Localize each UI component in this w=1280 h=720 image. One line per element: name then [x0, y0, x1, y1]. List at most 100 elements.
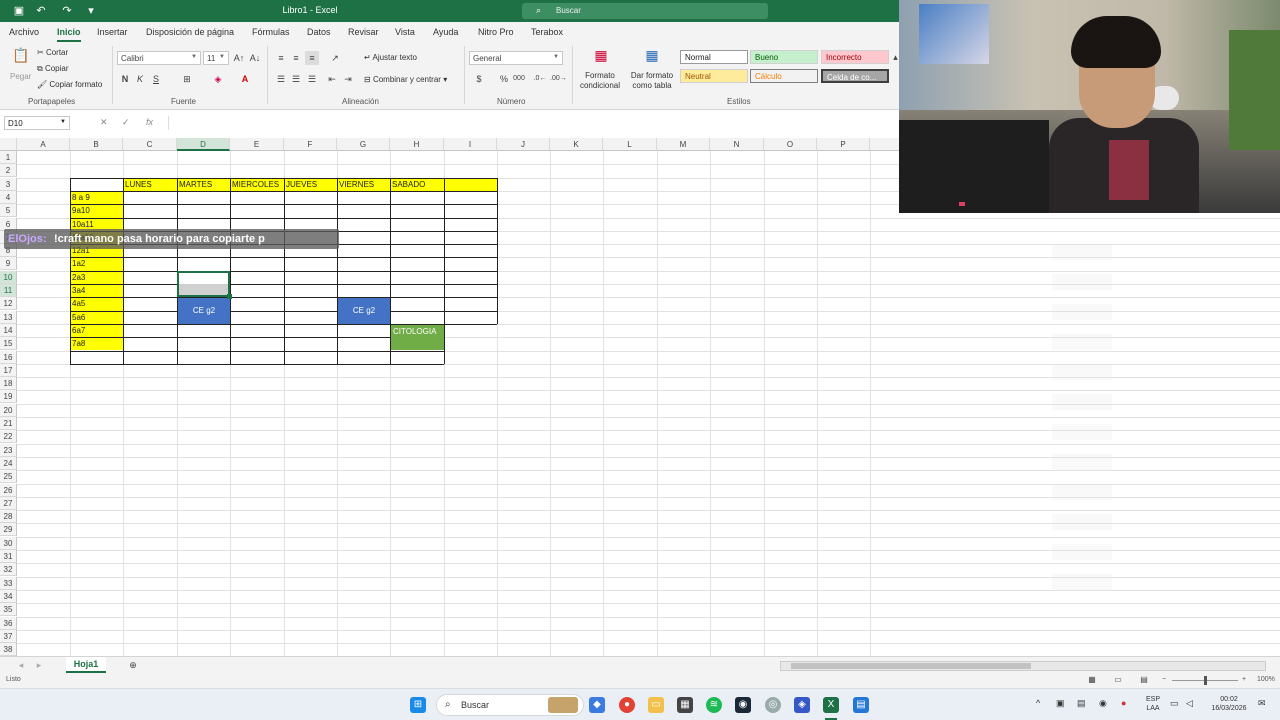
row-header[interactable]: 21	[0, 417, 17, 430]
column-header[interactable]: K	[550, 138, 603, 151]
clock[interactable]: 00:02 16/03/2026	[1205, 695, 1253, 713]
column-header[interactable]: L	[603, 138, 657, 151]
hour-label[interactable]: 8 a 9	[70, 191, 123, 204]
day-header[interactable]: JUEVES	[284, 178, 337, 191]
scrollbar-thumb[interactable]	[791, 663, 1031, 669]
tab-terabox[interactable]: Terabox	[531, 27, 563, 37]
enter-icon[interactable]: ✓	[122, 117, 130, 128]
column-header[interactable]: J	[497, 138, 550, 151]
row-header[interactable]: 29	[0, 523, 17, 537]
row-header[interactable]: 36	[0, 616, 17, 630]
column-header[interactable]: M	[657, 138, 710, 151]
function-icon[interactable]: fx	[146, 117, 153, 127]
column-header[interactable]: B	[70, 138, 123, 151]
copilot-icon[interactable]: ◆	[589, 697, 605, 713]
decrease-font-icon[interactable]: A↓	[248, 51, 262, 65]
row-header[interactable]: 37	[0, 629, 17, 643]
tray-overflow-icon[interactable]: ^	[1036, 699, 1040, 708]
language-indicator[interactable]: ESP LAA	[1143, 695, 1163, 713]
cancel-icon[interactable]: ✕	[100, 117, 108, 128]
hour-label[interactable]: 5a6	[70, 311, 123, 324]
horizontal-scrollbar[interactable]	[780, 661, 1266, 671]
zoom-level[interactable]: 100%	[1257, 676, 1275, 683]
font-size-select[interactable]: 11 ▼	[203, 51, 229, 65]
steam-icon[interactable]: ◉	[735, 697, 751, 713]
hour-label[interactable]: 2a3	[70, 271, 123, 284]
hour-label[interactable]: 7a8	[70, 337, 123, 350]
row-header[interactable]: 12	[0, 297, 17, 311]
column-header[interactable]: I	[444, 138, 497, 151]
cut-button[interactable]: ✂ Cortar	[37, 48, 68, 57]
day-header[interactable]: VIERNES	[337, 178, 390, 191]
column-header[interactable]: E	[230, 138, 284, 151]
row-header[interactable]: 28	[0, 510, 17, 524]
class-cell-ce-tuesday[interactable]: CE g2	[178, 298, 230, 324]
spreadsheet-grid[interactable]: ABCDEFGHIJKLMNOPQ12345678910111213141516…	[0, 138, 1280, 656]
row-header[interactable]: 11	[0, 284, 17, 297]
row-header[interactable]: 30	[0, 536, 17, 550]
class-cell-ce-friday[interactable]: CE g2	[338, 298, 390, 324]
tab-archivo[interactable]: Archivo	[9, 27, 39, 37]
align-center-icon[interactable]: ☰	[289, 72, 303, 86]
thousands-icon[interactable]: 000	[512, 72, 526, 86]
align-middle-icon[interactable]: ≡	[289, 51, 303, 65]
row-header[interactable]: 19	[0, 390, 17, 404]
tab-ayuda[interactable]: Ayuda	[433, 27, 458, 37]
conditional-format-icon[interactable]: ▦	[590, 48, 612, 68]
row-header[interactable]: 2	[0, 164, 17, 178]
spotify-icon[interactable]: ≋	[706, 697, 722, 713]
class-cell-citologia[interactable]: CITOLOGIA	[391, 324, 444, 351]
tab-formulas[interactable]: Fórmulas	[252, 27, 290, 37]
style-calculation[interactable]: Cálculo	[750, 69, 818, 83]
style-bad[interactable]: Incorrecto	[821, 50, 889, 64]
format-painter-button[interactable]: 🖌 Copiar formato	[37, 80, 102, 89]
add-sheet-icon[interactable]: ⊕	[126, 658, 140, 672]
merge-center-button[interactable]: ⊟ Combinar y centrar ▾	[364, 75, 447, 84]
bold-button[interactable]: N	[118, 72, 132, 86]
steam-tray-icon[interactable]: ◉	[1099, 699, 1107, 708]
obs-icon[interactable]: ◎	[765, 697, 781, 713]
row-header[interactable]: 15	[0, 337, 17, 351]
day-header[interactable]: SABADO	[390, 178, 444, 191]
align-right-icon[interactable]: ☰	[305, 72, 319, 86]
undo-icon[interactable]: ↶	[34, 4, 48, 18]
font-name-select[interactable]: Calibri ▼	[117, 51, 201, 65]
row-header[interactable]: 34	[0, 589, 17, 603]
hour-label[interactable]: 9a10	[70, 204, 123, 217]
borders-icon[interactable]: ⊞	[180, 72, 194, 86]
copy-button[interactable]: ⧉ Copiar	[37, 64, 69, 74]
row-header[interactable]: 18	[0, 377, 17, 391]
format-as-table-icon[interactable]: ▦	[641, 48, 663, 68]
windows-start-icon[interactable]: ⊞	[410, 697, 426, 713]
network-icon[interactable]: ▭	[1170, 699, 1179, 708]
row-header[interactable]: 27	[0, 496, 17, 510]
notifications-icon[interactable]: ✉	[1258, 699, 1266, 708]
conditional-format-button[interactable]: Formato condicional	[577, 71, 623, 91]
prev-sheet-icon[interactable]: ◂	[14, 658, 28, 672]
column-header[interactable]: P	[817, 138, 870, 151]
currency-icon[interactable]: $	[472, 72, 486, 86]
hour-label[interactable]: 3a4	[70, 284, 123, 297]
align-top-icon[interactable]: ≡	[274, 51, 288, 65]
row-header[interactable]: 32	[0, 563, 17, 577]
tray-app-icon[interactable]: ▤	[1077, 699, 1086, 708]
row-header[interactable]: 3	[0, 177, 17, 191]
style-check-cell[interactable]: Celda de co...	[821, 69, 889, 83]
row-header[interactable]: 26	[0, 483, 17, 497]
fill-handle[interactable]	[227, 294, 232, 300]
next-sheet-icon[interactable]: ▸	[32, 658, 46, 672]
day-header[interactable]: LUNES	[123, 178, 177, 191]
tab-nitro-pro[interactable]: Nitro Pro	[478, 27, 514, 37]
style-neutral[interactable]: Neutral	[680, 69, 748, 83]
row-header[interactable]: 23	[0, 443, 17, 457]
row-header[interactable]: 35	[0, 603, 17, 617]
tab-disposicion[interactable]: Disposición de página	[146, 27, 234, 37]
sheet-tab-hoja1[interactable]: Hoja1	[66, 657, 106, 673]
hour-label[interactable]: 1a2	[70, 257, 123, 270]
row-header[interactable]: 4	[0, 190, 17, 204]
tray-app-icon[interactable]: ▣	[1056, 699, 1065, 708]
align-left-icon[interactable]: ☰	[274, 72, 288, 86]
row-header[interactable]: 9	[0, 257, 17, 271]
save-icon[interactable]: ▣	[12, 4, 26, 18]
microphone-icon[interactable]: ●	[1121, 699, 1126, 708]
